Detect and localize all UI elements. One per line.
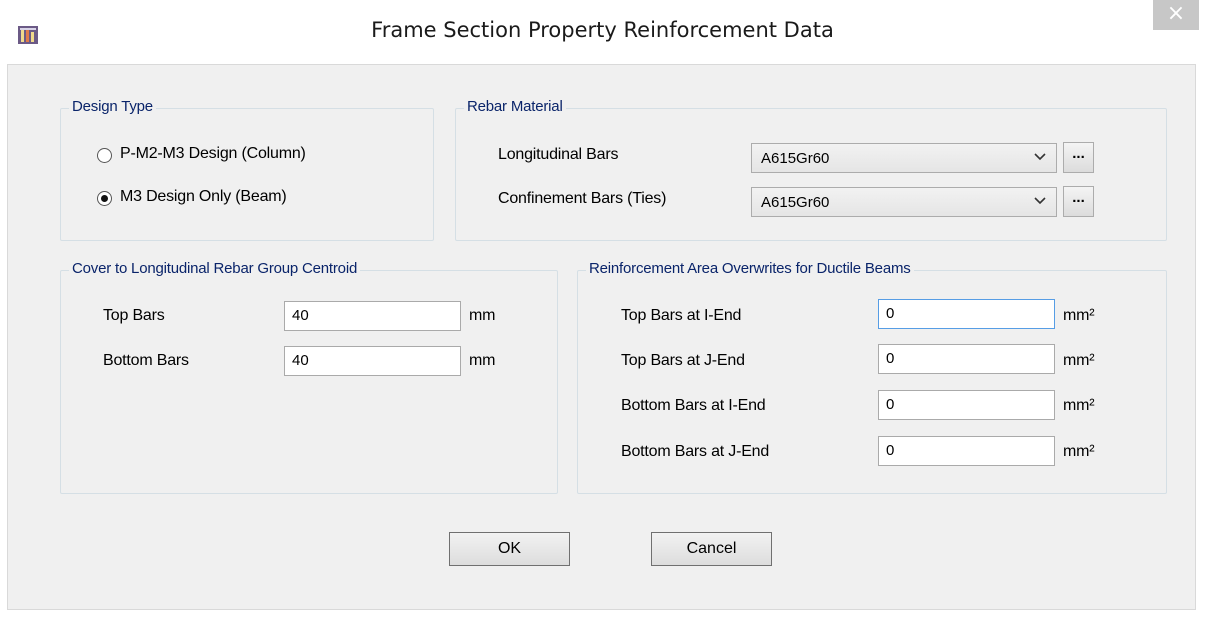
close-button[interactable]: × bbox=[1153, 0, 1199, 30]
top-bars-j-end-unit: mm² bbox=[1063, 352, 1095, 369]
design-type-title: Design Type bbox=[69, 98, 156, 115]
column-design-label[interactable]: P-M2-M3 Design (Column) bbox=[120, 145, 306, 163]
top-bars-j-end-input[interactable]: 0 bbox=[878, 344, 1055, 374]
cover-bottom-bars-label: Bottom Bars bbox=[103, 352, 189, 369]
longitudinal-bars-label: Longitudinal Bars bbox=[498, 146, 619, 163]
confinement-bars-browse-button[interactable]: ... bbox=[1063, 186, 1094, 217]
top-bars-i-end-unit: mm² bbox=[1063, 307, 1095, 324]
longitudinal-bars-value[interactable]: A615Gr60 bbox=[761, 150, 829, 167]
cover-bottom-bars-input[interactable]: 40 bbox=[284, 346, 461, 376]
dialog-client-area: Design Type P-M2-M3 Design (Column) M3 D… bbox=[7, 64, 1196, 610]
cancel-button[interactable]: Cancel bbox=[651, 532, 772, 566]
cover-group: Cover to Longitudinal Rebar Group Centro… bbox=[60, 260, 558, 494]
column-design-radio-button[interactable] bbox=[97, 148, 112, 163]
cover-bottom-bars-unit: mm bbox=[469, 352, 496, 369]
ok-button[interactable]: OK bbox=[449, 532, 570, 566]
chevron-down-icon[interactable] bbox=[1034, 150, 1046, 162]
top-bars-i-end-label: Top Bars at I-End bbox=[621, 307, 742, 324]
title-bar: Frame Section Property Reinforcement Dat… bbox=[0, 0, 1205, 64]
bottom-bars-j-end-input[interactable]: 0 bbox=[878, 436, 1055, 466]
close-icon[interactable]: × bbox=[1167, 1, 1185, 26]
bottom-bars-j-end-label: Bottom Bars at J-End bbox=[621, 443, 770, 460]
design-type-group: Design Type P-M2-M3 Design (Column) M3 D… bbox=[60, 98, 434, 241]
confinement-bars-select[interactable]: A615Gr60 bbox=[751, 187, 1057, 217]
cover-title: Cover to Longitudinal Rebar Group Centro… bbox=[69, 260, 361, 277]
chevron-down-icon[interactable] bbox=[1034, 194, 1046, 206]
confinement-bars-label: Confinement Bars (Ties) bbox=[498, 190, 667, 207]
overwrites-title: Reinforcement Area Overwrites for Ductil… bbox=[586, 260, 914, 277]
longitudinal-bars-select[interactable]: A615Gr60 bbox=[751, 143, 1057, 173]
top-bars-i-end-input[interactable]: 0 bbox=[878, 299, 1055, 329]
longitudinal-bars-browse-button[interactable]: ... bbox=[1063, 142, 1094, 173]
beam-design-radio-button[interactable] bbox=[97, 191, 112, 206]
overwrites-group: Reinforcement Area Overwrites for Ductil… bbox=[577, 260, 1167, 494]
cover-top-bars-unit: mm bbox=[469, 307, 496, 324]
top-bars-j-end-label: Top Bars at J-End bbox=[621, 352, 745, 369]
bottom-bars-i-end-label: Bottom Bars at I-End bbox=[621, 397, 766, 414]
bottom-bars-i-end-unit: mm² bbox=[1063, 397, 1095, 414]
rebar-material-title: Rebar Material bbox=[464, 98, 566, 115]
beam-design-label[interactable]: M3 Design Only (Beam) bbox=[120, 188, 287, 206]
window-title: Frame Section Property Reinforcement Dat… bbox=[371, 18, 834, 42]
confinement-bars-value[interactable]: A615Gr60 bbox=[761, 194, 829, 211]
bottom-bars-i-end-input[interactable]: 0 bbox=[878, 390, 1055, 420]
rebar-material-group: Rebar Material Longitudinal Bars A615Gr6… bbox=[455, 98, 1167, 241]
bottom-bars-j-end-unit: mm² bbox=[1063, 443, 1095, 460]
cover-top-bars-label: Top Bars bbox=[103, 307, 165, 324]
cover-top-bars-input[interactable]: 40 bbox=[284, 301, 461, 331]
